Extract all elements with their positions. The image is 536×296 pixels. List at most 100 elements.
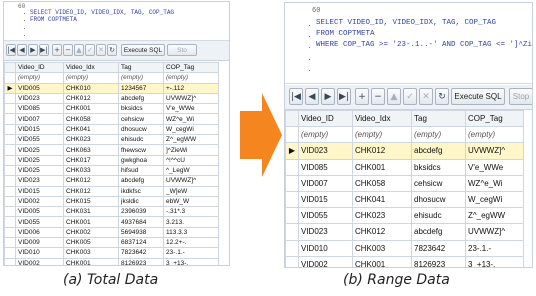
table-row[interactable]: VID025 CHK063 fhewscw]^ZieWi — [4, 144, 219, 156]
table-cell[interactable]: VID010 — [298, 239, 353, 257]
table-cell[interactable]: V'e_WWe — [163, 103, 219, 115]
table-cell[interactable]: abcdefg — [411, 223, 466, 241]
table-cell[interactable]: CHK012 — [63, 92, 119, 105]
delete-record-button[interactable]: − — [63, 44, 73, 56]
table-row[interactable]: VID023 CHK012 abcdefg UVWWZ]^ — [4, 175, 219, 187]
column-header-video-idx[interactable]: Video_Idx — [63, 61, 119, 74]
table-cell[interactable]: dhosucw — [118, 123, 164, 136]
table-cell[interactable]: CHK063 — [63, 144, 119, 156]
table-cell[interactable]: VID085 — [15, 103, 64, 115]
table-cell[interactable]: dhosucw — [411, 190, 466, 209]
table-row[interactable]: VID055 CHK001 4937684 3.213. — [4, 216, 219, 228]
table-cell[interactable]: cehsicw — [118, 113, 164, 125]
column-header-tag[interactable]: Tag — [118, 61, 164, 74]
filter-cell[interactable]: (empty) — [15, 72, 64, 84]
table-cell[interactable]: ehisudc — [118, 134, 164, 146]
table-cell[interactable]: VID009 — [15, 237, 64, 249]
table-cell[interactable]: 6837124 — [118, 237, 164, 249]
table-cell[interactable]: VID055 — [298, 207, 353, 225]
table-cell[interactable]: VID015 — [298, 190, 353, 209]
table-cell[interactable]: CHK012 — [352, 142, 412, 160]
table-cell[interactable]: 23-.1.- — [465, 239, 524, 257]
table-cell[interactable]: hifsud — [118, 164, 164, 177]
filter-cell[interactable]: (empty) — [63, 72, 119, 84]
table-cell[interactable]: 3_+13-. — [163, 257, 219, 265]
filter-row[interactable]: (empty) (empty) (empty) (empty) — [285, 126, 524, 144]
filter-cell[interactable]: (empty) — [118, 72, 164, 84]
table-cell[interactable]: CHK012 — [63, 175, 119, 187]
filter-cell[interactable]: (empty) — [411, 126, 466, 144]
insert-record-button[interactable]: + — [355, 88, 369, 105]
table-cell[interactable]: CHK002 — [63, 226, 119, 239]
table-cell[interactable]: abcdefg — [118, 92, 164, 105]
execute-sql-button[interactable]: Execute SQL — [451, 88, 505, 105]
table-cell[interactable]: VID023 — [15, 92, 64, 105]
table-cell[interactable]: VID002 — [15, 257, 64, 265]
column-header-cop-tag[interactable]: COP_Tag — [465, 109, 524, 128]
execute-sql-button[interactable]: Execute SQL — [121, 44, 165, 56]
table-cell[interactable]: VID002 — [15, 195, 64, 208]
table-cell[interactable]: 7823642 — [118, 247, 164, 259]
table-cell[interactable]: -.31*.3 — [163, 206, 219, 218]
table-row[interactable]: VID085 CHK001 bksidcs V'e_WWe — [285, 158, 524, 176]
table-cell[interactable]: bksidcs — [118, 103, 164, 115]
table-row[interactable]: VID015 CHK012 ikdkfsc _W]eW — [4, 185, 219, 197]
filter-row[interactable]: (empty) (empty) (empty) (empty) — [4, 72, 219, 84]
insert-record-button[interactable]: + — [52, 44, 62, 56]
table-cell[interactable]: UVWWZ]^ — [163, 92, 219, 105]
filter-cell[interactable]: (empty) — [465, 126, 524, 144]
table-cell[interactable]: VID006 — [15, 226, 64, 239]
table-cell[interactable]: CHK015 — [63, 195, 119, 208]
table-cell[interactable]: VID010 — [15, 247, 64, 259]
cancel-edit-button[interactable]: ✕ — [419, 88, 433, 105]
table-cell[interactable]: 8126923 — [411, 255, 466, 267]
next-record-button[interactable]: ▶ — [28, 44, 38, 56]
table-cell[interactable]: CHK005 — [63, 237, 119, 249]
table-cell[interactable]: CHK010 — [63, 82, 119, 94]
table-cell[interactable]: _W]eW — [163, 185, 219, 197]
table-cell[interactable]: Z^_egWW — [163, 134, 219, 146]
table-cell[interactable]: VID007 — [15, 113, 64, 125]
table-row[interactable]: VID002 CHK001 8126923 3_+13-. — [285, 255, 524, 267]
table-cell[interactable]: bksidcs — [411, 158, 466, 176]
delete-record-button[interactable]: − — [371, 88, 385, 105]
table-cell[interactable]: CHK023 — [63, 134, 119, 146]
table-cell[interactable]: VID015 — [15, 185, 64, 197]
table-cell[interactable]: VID025 — [15, 154, 64, 166]
table-cell[interactable]: WZ^e_Wi — [465, 174, 524, 192]
table-cell[interactable]: CHK058 — [63, 113, 119, 125]
table-cell[interactable]: VID085 — [298, 158, 353, 176]
table-cell[interactable]: CHK023 — [352, 207, 412, 225]
table-row[interactable]: VID085 CHK001 bksidcs V'e_WWe — [4, 103, 219, 115]
table-cell[interactable]: 5694938 — [118, 226, 164, 239]
table-cell[interactable]: CHK012 — [63, 185, 119, 197]
table-cell[interactable]: W_cegWi — [465, 190, 524, 209]
table-cell[interactable]: CHK041 — [63, 123, 119, 136]
table-row[interactable]: VID002 CHK015 jksldic ebW_W — [4, 195, 219, 208]
table-cell[interactable]: CHK058 — [352, 174, 412, 192]
cancel-edit-button[interactable]: ✕ — [96, 44, 106, 56]
table-cell[interactable]: WZ^e_Wi — [163, 113, 219, 125]
sql-editor[interactable]: 60 SELECT VIDEO_ID, VIDEO_IDX, TAG, COP_… — [285, 3, 532, 84]
table-cell[interactable]: ^_LegW — [163, 164, 219, 177]
table-row[interactable]: VID007 CHK058 cehsicw WZ^e_Wi — [4, 113, 219, 125]
table-cell[interactable]: ^!^^cU — [163, 154, 219, 166]
table-row[interactable]: ▶ VID023 CHK012 abcdefg UVWWZ]^ — [285, 142, 524, 160]
table-cell[interactable]: VID015 — [15, 123, 64, 136]
post-edit-button[interactable]: ✓ — [85, 44, 95, 56]
table-cell[interactable]: W_cegWi — [163, 123, 219, 136]
table-cell[interactable]: abcdefg — [118, 175, 164, 187]
table-cell[interactable]: +-.112 — [163, 82, 219, 94]
first-record-button[interactable]: |◀ — [289, 88, 303, 105]
table-cell[interactable]: ]^ZieWi — [163, 144, 219, 156]
next-record-button[interactable]: ▶ — [321, 88, 335, 105]
stop-query-button[interactable]: Sto — [167, 44, 197, 56]
filter-cell[interactable]: (empty) — [352, 126, 412, 144]
table-row[interactable]: VID023 CHK012 abcdefg UVWWZ]^ — [4, 92, 219, 105]
table-cell[interactable]: VID007 — [298, 174, 353, 192]
table-cell[interactable]: cehsicw — [411, 174, 466, 192]
table-cell[interactable]: CHK003 — [352, 239, 412, 257]
table-row[interactable]: VID055 CHK023 ehisudc Z^_egWW — [4, 134, 219, 146]
table-cell[interactable]: 1234567 — [118, 82, 164, 94]
table-cell[interactable]: UVWWZ]^ — [163, 175, 219, 187]
